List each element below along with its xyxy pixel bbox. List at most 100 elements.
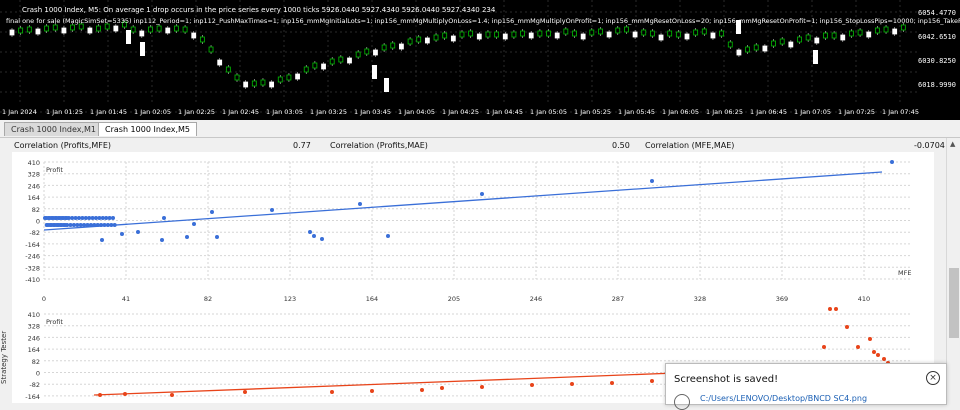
candle-body (675, 31, 681, 38)
candle-body (520, 30, 525, 37)
candle-body (26, 26, 32, 33)
candle-body (563, 28, 569, 35)
candle-body (632, 31, 638, 38)
candle-body (139, 30, 145, 37)
price-label: 6018.9990 (918, 81, 956, 89)
y-tick-label: 328 (28, 171, 40, 179)
data-point (822, 345, 826, 349)
candle-body (849, 30, 854, 37)
y-tick-label: 246 (28, 182, 40, 190)
candle-body (182, 26, 188, 33)
candle-body (701, 28, 707, 35)
candle-body (156, 25, 162, 32)
data-point (828, 307, 832, 311)
candle-body (606, 31, 612, 38)
chart-tabs: Crash 1000 Index,M1 Crash 1000 Index,M5 (0, 120, 960, 138)
time-label: 1 Jan 07:25 (838, 108, 875, 116)
strategy-tester-label: Strategy Tester (0, 330, 8, 384)
x-tick-label: 246 (530, 295, 542, 303)
data-point (111, 216, 115, 220)
time-label: 1 Jan 03:05 (266, 108, 303, 116)
candle-body (736, 49, 742, 56)
time-label: 1 Jan 05:05 (530, 108, 567, 116)
data-point (64, 216, 69, 220)
time-label: 1 Jan 01:45 (90, 108, 127, 116)
candle-body (485, 31, 491, 38)
y-tick-label: 328 (28, 323, 40, 331)
candle-body (373, 49, 378, 56)
time-label: 1 Jan 05:25 (574, 108, 611, 116)
data-point (530, 383, 534, 387)
candle-body (649, 30, 655, 37)
time-label: 1 Jan 06:45 (750, 108, 787, 116)
y-tick-label: -246 (25, 253, 40, 261)
candle-body (9, 29, 15, 36)
data-point (420, 388, 424, 392)
candle-body (450, 35, 456, 42)
candle-body (303, 66, 309, 73)
data-point (890, 160, 894, 164)
regression-line (43, 171, 883, 231)
x-axis-label: MFE (898, 269, 911, 277)
candle-body (384, 78, 389, 92)
candle-body (805, 34, 811, 41)
data-point (882, 357, 886, 361)
time-label: 1 Jan 04:05 (398, 108, 435, 116)
screenshot-notification[interactable]: Screenshot is saved! × C:/Users/LENOVO/D… (665, 363, 947, 410)
close-icon[interactable]: × (926, 371, 940, 385)
candle-body (658, 34, 664, 41)
screenshot-path-link[interactable]: C:/Users/LENOVO/Desktop/BNCD SC4.png (700, 394, 867, 403)
y-tick-label: 82 (32, 358, 40, 366)
candle-body (70, 24, 75, 31)
candle-body (797, 36, 802, 43)
tab-crash-m1[interactable]: Crash 1000 Index,M1 (4, 122, 104, 136)
data-point (123, 392, 127, 396)
candle-body (225, 66, 231, 73)
y-tick-label: 164 (28, 194, 40, 202)
scatter-canvas: 410 328 246 164 82 0 -82 -164 -246 -328 -410 0 41 82 1… (25, 159, 912, 303)
y-axis-label: Profit (46, 166, 63, 174)
y-tick-label: 410 (28, 311, 40, 319)
time-label: 1 Jan 02:25 (178, 108, 215, 116)
chart-info: final one for sale (MagicSimSet=5335) in… (6, 17, 960, 25)
data-point (868, 337, 872, 341)
data-point (320, 237, 324, 241)
time-label: 1 Jan 06:25 (706, 108, 743, 116)
candle-body (126, 30, 131, 44)
candle-body (468, 30, 474, 37)
vertical-scrollbar[interactable]: ▲ (946, 138, 960, 403)
scroll-up-icon[interactable]: ▲ (950, 140, 955, 148)
candle-body (546, 30, 551, 37)
candle-body (693, 29, 699, 36)
time-label: 1 Jan 06:05 (662, 108, 699, 116)
candle-body (199, 36, 205, 43)
x-tick-label: 82 (204, 295, 212, 303)
y-tick-label: -164 (25, 393, 40, 401)
data-point (192, 222, 196, 226)
candle-body (511, 31, 517, 38)
candle-body (18, 27, 24, 34)
correlation-bar: Correlation (Profits,MFE) 0.77 Correlati… (0, 138, 946, 152)
data-point (112, 223, 117, 227)
candle-body (537, 30, 543, 37)
time-label: 1 Jan 2024 (2, 108, 37, 116)
candle-body (813, 50, 818, 64)
corr-label: Correlation (Profits,MAE) (330, 141, 428, 150)
y-tick-label: -328 (25, 264, 40, 272)
data-point (440, 386, 444, 390)
file-icon (674, 394, 690, 410)
candle-body (874, 27, 880, 34)
tab-crash-m5[interactable]: Crash 1000 Index,M5 (98, 122, 198, 136)
candle-body (329, 58, 335, 65)
price-chart[interactable]: 1 Jan 2024 1 Jan 01:25 1 Jan 01:45 1 Jan 02… (0, 0, 960, 120)
candle-body (892, 28, 898, 35)
candle-body (381, 44, 387, 51)
data-point (480, 192, 484, 196)
time-label: 1 Jan 03:25 (310, 108, 347, 116)
scroll-thumb[interactable] (949, 268, 959, 338)
candle-body (900, 24, 906, 31)
y-axis-label: Profit (46, 318, 63, 326)
y-tick-label: -82 (29, 381, 40, 389)
candle-body (286, 74, 292, 81)
time-label: 1 Jan 01:25 (46, 108, 83, 116)
